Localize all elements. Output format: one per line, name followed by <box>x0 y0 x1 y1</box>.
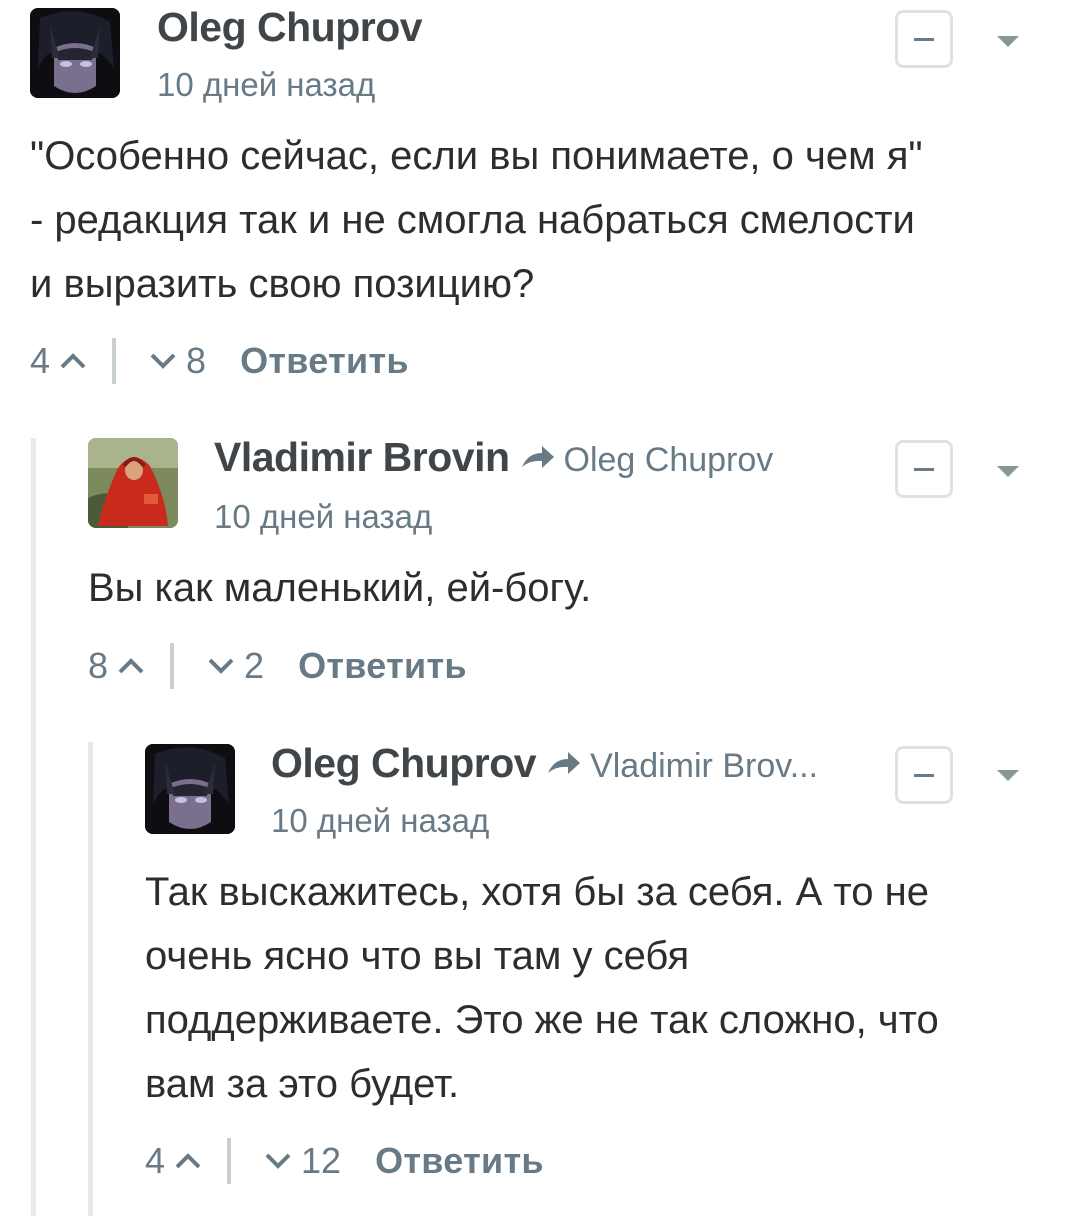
reply-to-author[interactable]: Vladimir Brov... <box>590 747 818 786</box>
collapse-button[interactable] <box>895 746 953 804</box>
vote-bar: 4 12 Ответить <box>145 1138 544 1184</box>
comment-line: очень ясно что вы там у себя <box>145 934 690 978</box>
comment-line: поддерживаете. Это же не так сложно, что <box>145 998 939 1042</box>
upvote-count: 4 <box>145 1140 166 1181</box>
anime-character-avatar-icon <box>145 744 235 834</box>
comment: Oleg Chuprov Vladimir Brov... 10 дней на… <box>0 0 1080 1216</box>
user-avatar[interactable] <box>145 744 235 834</box>
upvote-icon[interactable] <box>173 1151 203 1171</box>
downvote-count: 12 <box>301 1140 342 1181</box>
reply-button[interactable]: Ответить <box>375 1140 544 1182</box>
author-line: Oleg Chuprov Vladimir Brov... <box>271 740 818 787</box>
vote-divider <box>227 1138 232 1184</box>
reply-arrow-icon <box>548 752 581 774</box>
comment-line: вам за это будет. <box>145 1062 460 1106</box>
menu-caret-icon[interactable] <box>997 770 1019 781</box>
comment-timestamp[interactable]: 10 дней назад <box>271 802 489 840</box>
downvote-icon[interactable] <box>263 1151 293 1171</box>
author-name[interactable]: Oleg Chuprov <box>271 740 537 787</box>
comment-line: Так выскажитесь, хотя бы за себя. А то н… <box>145 870 929 914</box>
comment-body: Так выскажитесь, хотя бы за себя. А то н… <box>145 860 1065 1116</box>
